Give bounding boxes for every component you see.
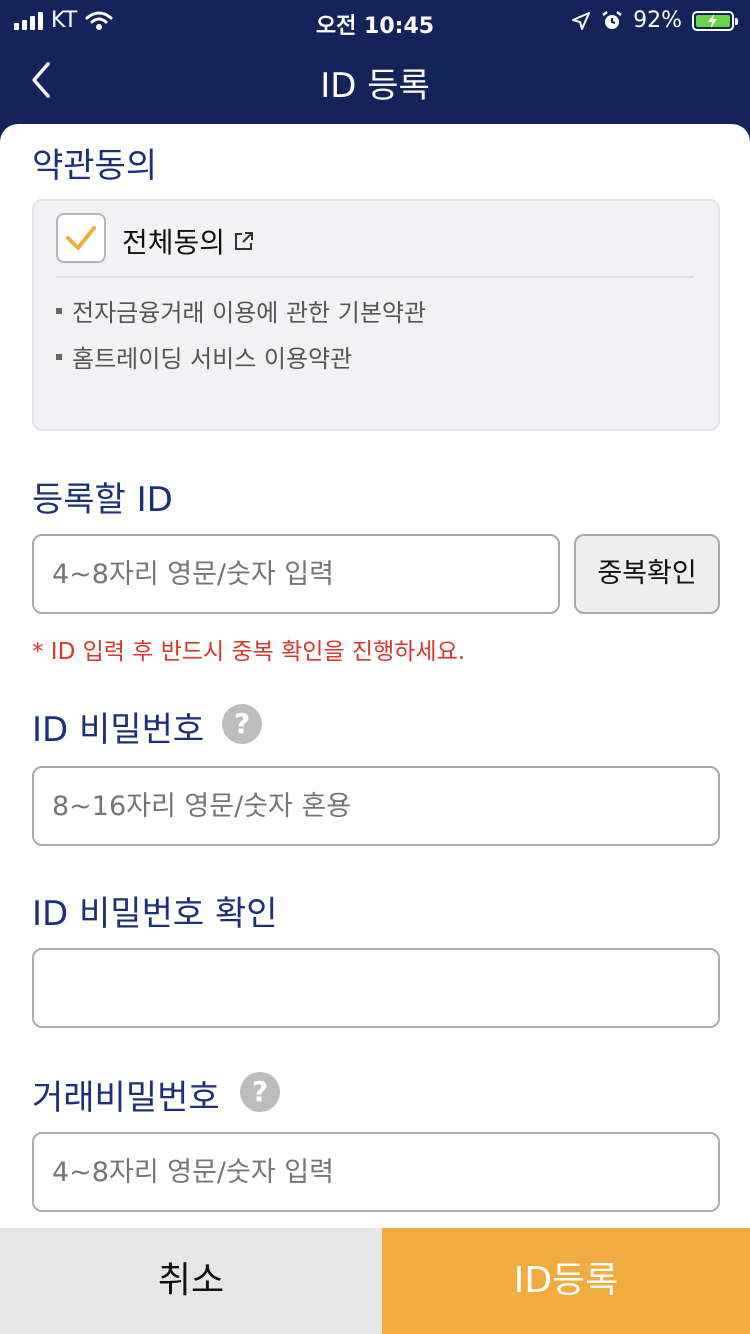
- bullet-icon: [56, 307, 62, 314]
- terms-divider: [56, 276, 694, 278]
- bullet-icon: [56, 353, 62, 360]
- terms-box: 전체동의 전자금융거래 이용에 관한 기본약관 홈트레이딩 서비스 이용약관: [32, 199, 720, 431]
- trade-password-input[interactable]: [32, 1132, 720, 1212]
- cancel-button[interactable]: 취소: [0, 1228, 382, 1334]
- checkmark-icon: [66, 226, 96, 250]
- term-item[interactable]: 홈트레이딩 서비스 이용약관: [56, 339, 352, 374]
- password-label: ID 비밀번호: [32, 710, 205, 750]
- status-bar: KT 오전 10:45 92%: [0, 0, 750, 40]
- battery-icon: [692, 10, 738, 31]
- terms-section-title: 약관동의: [32, 146, 158, 186]
- password-confirm-label: ID 비밀번호 확인: [32, 894, 278, 934]
- trade-password-label: 거래비밀번호: [32, 1078, 220, 1118]
- nav-bar: ID 등록: [0, 40, 750, 124]
- location-arrow-icon: [572, 11, 591, 30]
- register-id-button[interactable]: ID등록: [382, 1228, 750, 1334]
- external-link-icon: [235, 232, 254, 250]
- agree-all-label: 전체동의: [122, 226, 226, 259]
- page-title: ID 등록: [320, 66, 430, 106]
- status-right: 92%: [571, 8, 738, 33]
- agree-all-checkbox[interactable]: [56, 213, 106, 263]
- term-item-label: 전자금융거래 이용에 관한 기본약관: [72, 299, 427, 327]
- duplicate-check-button[interactable]: 중복확인: [574, 534, 720, 614]
- id-field-label: 등록할 ID: [32, 480, 173, 520]
- bottom-action-bar: 취소 ID등록: [0, 1228, 750, 1334]
- term-item-label: 홈트레이딩 서비스 이용약관: [72, 345, 353, 373]
- form-content[interactable]: 약관동의 전체동의 전자금융거래 이용에 관한 기본약관 홈트레이딩 서비스 이…: [0, 124, 750, 1228]
- password-help-icon[interactable]: ?: [222, 704, 262, 744]
- id-warning-text: * ID 입력 후 반드시 중복 확인을 진행하세요.: [32, 639, 466, 665]
- password-input[interactable]: [32, 766, 720, 846]
- battery-percent: 92%: [633, 8, 682, 33]
- alarm-icon: [602, 10, 622, 29]
- agree-all-link[interactable]: 전체동의: [122, 221, 255, 261]
- trade-password-help-icon[interactable]: ?: [240, 1072, 280, 1112]
- term-item[interactable]: 전자금융거래 이용에 관한 기본약관: [56, 293, 426, 328]
- id-input[interactable]: [32, 534, 560, 614]
- password-confirm-input[interactable]: [32, 948, 720, 1028]
